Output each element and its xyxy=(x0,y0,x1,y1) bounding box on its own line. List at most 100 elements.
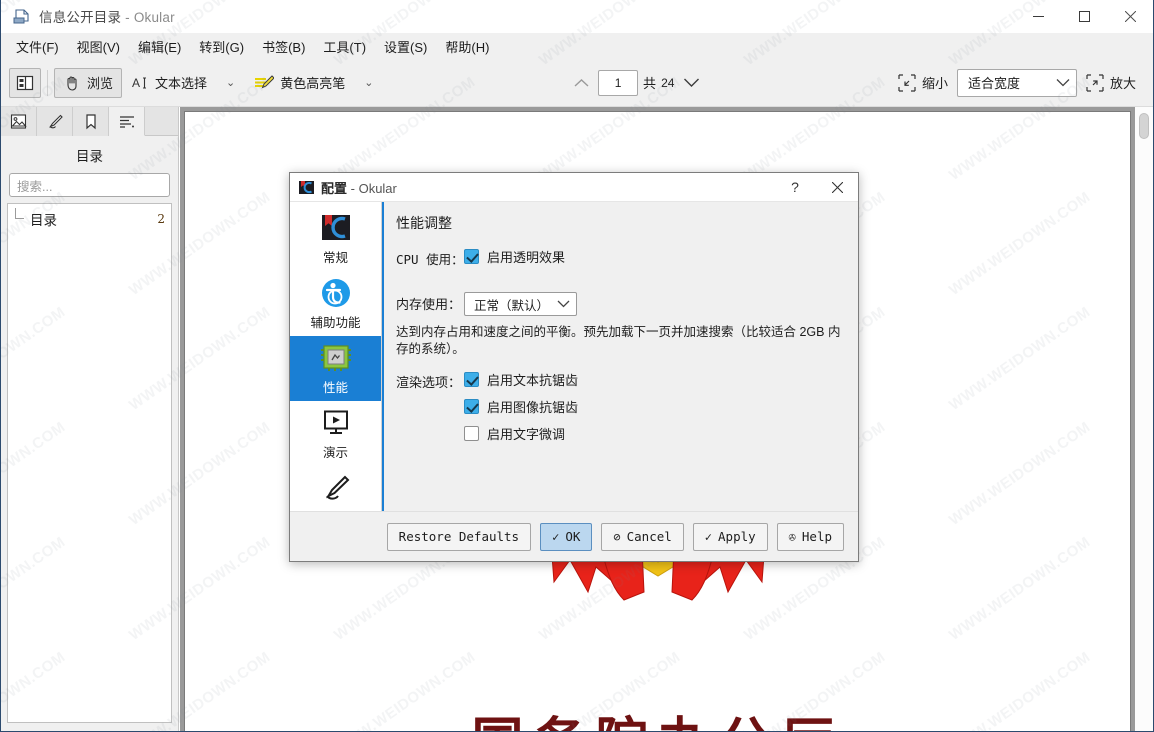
window-titlebar: 信息公开目录 - Okular xyxy=(1,0,1153,33)
checkbox-box[interactable] xyxy=(464,426,479,441)
sidebar-search-placeholder: 搜索... xyxy=(17,179,53,194)
dialog-title-app: Okular xyxy=(358,180,397,196)
render-options-label: 渲染选项： xyxy=(396,375,462,390)
config-nav-general[interactable]: 常规 xyxy=(290,206,381,271)
text-select-dropdown[interactable]: ⌄ xyxy=(216,68,245,98)
config-nav-annotations[interactable]: 批注 xyxy=(290,466,381,511)
browse-tool-label: 浏览 xyxy=(87,76,114,91)
dialog-title-text: 配置 - Okular xyxy=(321,178,397,197)
configure-dialog[interactable]: 配置 - Okular ? 常规 辅助功能 性能 演示 性能调整 CPU 使用：… xyxy=(289,172,859,562)
sidebar-search-input[interactable]: 搜索... xyxy=(9,173,170,197)
performance-icon xyxy=(319,342,353,374)
maximize-button[interactable] xyxy=(1061,0,1107,33)
window-title: 信息公开目录 - Okular xyxy=(39,6,175,26)
page-navigation: 1 共 24 xyxy=(568,69,704,96)
scrollbar-thumb[interactable] xyxy=(1139,113,1149,139)
window-title-sep: - xyxy=(121,10,134,25)
zoom-in-label: 放大 xyxy=(1110,76,1137,91)
bookmark-icon xyxy=(85,114,96,130)
text-select-tool-label: 文本选择 xyxy=(155,76,208,91)
zoom-level-value: 适合宽度 xyxy=(968,76,1021,91)
highlighter-dropdown[interactable]: ⌄ xyxy=(354,68,383,98)
text-antialias-checkbox[interactable]: 启用文本抗锯齿 xyxy=(464,370,578,389)
text-hinting-label: 启用文字微调 xyxy=(487,427,566,442)
apply-button[interactable]: ✓ Apply xyxy=(692,522,768,551)
menu-bookmarks[interactable]: 书签(B) xyxy=(253,34,314,59)
chevron-down-icon xyxy=(557,300,570,308)
menu-settings[interactable]: 设置(S) xyxy=(375,34,436,59)
cancel-label: Cancel xyxy=(626,529,672,544)
toc-entry-page: 2 xyxy=(157,211,165,226)
checkbox-box[interactable] xyxy=(464,372,479,387)
zoom-out-label: 缩小 xyxy=(921,76,948,91)
browse-tool-button[interactable]: 浏览 xyxy=(54,67,123,98)
sidebar-toggle-button[interactable] xyxy=(9,67,41,98)
section-title: 性能调整 xyxy=(396,215,452,231)
memory-usage-select[interactable]: 正常（默认） xyxy=(464,292,578,316)
dialog-help-button[interactable]: ? xyxy=(774,173,816,202)
vertical-scrollbar[interactable] xyxy=(1135,107,1153,731)
checkbox-box[interactable] xyxy=(464,399,479,414)
menu-edit[interactable]: 编辑(E) xyxy=(129,34,190,59)
document-heading: 国务院办公厅 xyxy=(185,700,1130,731)
dialog-footer: Restore Defaults ✓ OK ⊘ Cancel ✓ Apply ✇… xyxy=(290,511,858,561)
cancel-button[interactable]: ⊘ Cancel xyxy=(601,522,684,551)
ok-button[interactable]: ✓ OK xyxy=(540,522,593,551)
restore-defaults-button[interactable]: Restore Defaults xyxy=(386,522,532,551)
dialog-content-performance: 性能调整 CPU 使用： 启用透明效果 内存使用： 正常（默认） 达到内存占用和… xyxy=(382,202,858,511)
config-nav-accessibility[interactable]: 辅助功能 xyxy=(290,271,381,336)
config-nav-presentation[interactable]: 演示 xyxy=(290,401,381,466)
svg-text:A: A xyxy=(132,76,140,90)
dialog-titlebar: 配置 - Okular ? xyxy=(290,173,858,202)
config-nav-performance[interactable]: 性能 xyxy=(290,336,381,401)
sidebar-panel-title: 目录 xyxy=(76,149,103,164)
toc-tree[interactable]: 目录 2 xyxy=(7,203,172,723)
sidebar-tab-contents[interactable] xyxy=(109,107,145,136)
menu-help[interactable]: 帮助(H) xyxy=(436,34,498,59)
dialog-close-button[interactable] xyxy=(816,173,858,202)
dialog-title-main: 配置 xyxy=(321,180,348,196)
content-focus-indicator xyxy=(382,202,384,511)
text-hinting-checkbox[interactable]: 启用文字微调 xyxy=(464,424,578,443)
menu-tools[interactable]: 工具(T) xyxy=(314,34,375,59)
previous-page-button[interactable] xyxy=(568,70,594,96)
menu-go[interactable]: 转到(G) xyxy=(190,34,253,59)
zoom-level-select[interactable]: 适合宽度 xyxy=(957,68,1077,97)
menu-file[interactable]: 文件(F) xyxy=(7,34,68,59)
image-antialias-checkbox[interactable]: 启用图像抗锯齿 xyxy=(464,397,578,416)
memory-usage-row: 内存使用： 正常（默认） xyxy=(396,292,842,316)
highlighter-tool-button[interactable]: 黄色高亮笔 xyxy=(245,68,354,98)
restore-defaults-label: Restore Defaults xyxy=(398,529,520,544)
text-select-tool-button[interactable]: A 文本选择 xyxy=(122,68,216,98)
close-button[interactable] xyxy=(1107,0,1153,33)
page-number-input[interactable]: 1 xyxy=(598,69,639,96)
minimize-button[interactable] xyxy=(1015,0,1061,33)
sidebar-tab-reviews[interactable] xyxy=(37,107,73,136)
zoom-in-button[interactable]: 放大 xyxy=(1077,68,1145,98)
chevron-down-icon: ⌄ xyxy=(364,77,374,89)
transparency-effects-label: 启用透明效果 xyxy=(487,250,566,265)
chevron-up-icon xyxy=(574,78,589,87)
sidebar-tab-bookmarks[interactable] xyxy=(73,107,109,136)
config-nav-accessibility-label: 辅助功能 xyxy=(310,316,361,330)
highlighter-pen-icon xyxy=(255,74,275,88)
checkbox-box[interactable] xyxy=(464,249,479,264)
general-icon xyxy=(319,212,353,244)
config-nav-performance-label: 性能 xyxy=(322,381,348,395)
menu-view[interactable]: 视图(V) xyxy=(68,34,129,59)
sidebar-tab-thumbnails[interactable] xyxy=(1,107,37,136)
help-button[interactable]: ✇ Help xyxy=(776,522,844,551)
highlighter-tool-label: 黄色高亮笔 xyxy=(280,76,346,91)
chevron-down-icon xyxy=(683,78,699,87)
maximize-icon xyxy=(1078,10,1090,22)
memory-usage-value: 正常（默认） xyxy=(474,298,550,313)
zoom-out-button[interactable]: 缩小 xyxy=(889,68,957,98)
next-page-button[interactable] xyxy=(678,70,704,96)
transparency-effects-checkbox[interactable]: 启用透明效果 xyxy=(464,247,565,266)
window-title-doc: 信息公开目录 xyxy=(39,10,122,25)
config-nav-presentation-label: 演示 xyxy=(322,446,348,460)
list-item[interactable]: 目录 2 xyxy=(8,208,171,229)
text-select-icon: A xyxy=(132,76,147,90)
chevron-down-icon xyxy=(1056,79,1070,87)
okular-window: 信息公开目录 - Okular 文件(F) 视图(V) 编辑(E) 转到(G) … xyxy=(0,0,1154,732)
